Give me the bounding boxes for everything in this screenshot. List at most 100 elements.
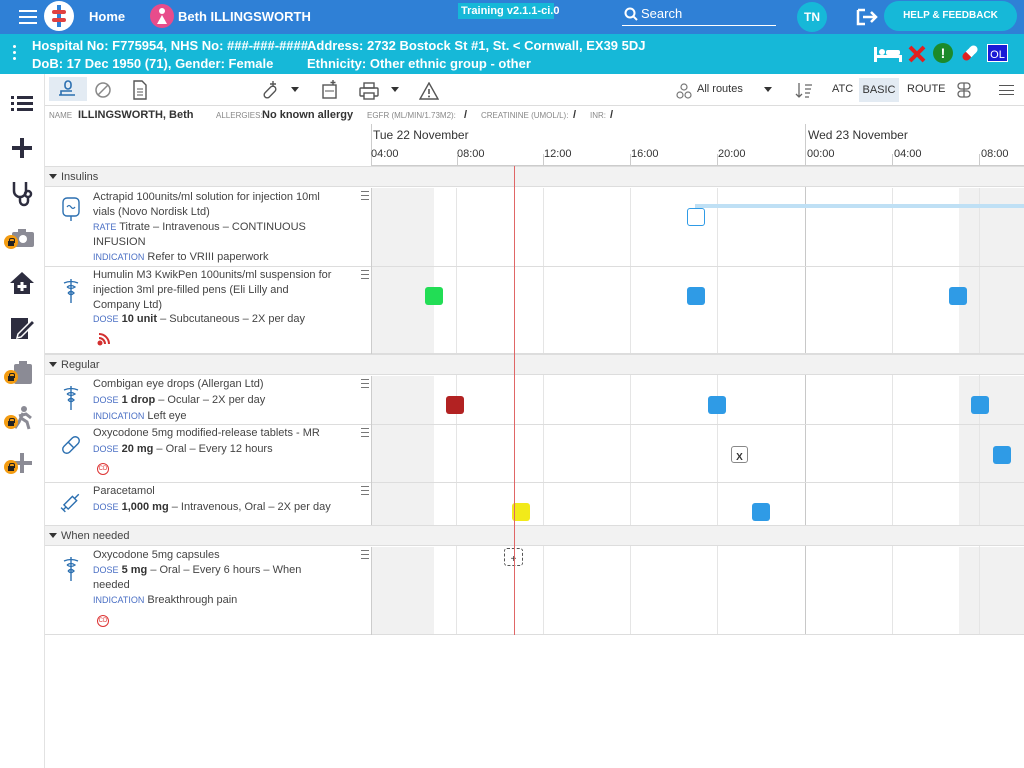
row-menu-icon[interactable] <box>361 379 369 388</box>
grid-layout-icon[interactable] <box>956 82 972 98</box>
hamburger-menu-icon[interactable] <box>19 10 37 24</box>
routes-select[interactable]: All routes <box>697 83 743 95</box>
dose-label: DOSE <box>93 565 119 575</box>
hospital-number: Hospital No: F775954, NHS No: ###-###-##… <box>32 38 308 53</box>
add-icon[interactable] <box>6 132 38 164</box>
infusion-start-marker[interactable] <box>687 208 705 226</box>
indication-label: INDICATION <box>93 252 145 262</box>
day-label: Tue 22 November <box>373 128 469 142</box>
section-header-when-needed[interactable]: When needed <box>45 525 1024 546</box>
dose-value: 20 mg <box>121 443 154 455</box>
rate-label: RATE <box>93 222 117 232</box>
collapse-caret-icon[interactable] <box>49 362 57 367</box>
creatinine-label: CREATININE (UMOL/L): <box>481 111 569 120</box>
infusion-bar[interactable] <box>695 204 1024 208</box>
patient-address: Address: 2732 Bostock St #1, St. < Cornw… <box>307 38 646 53</box>
tablet-icon <box>62 436 80 454</box>
dose-label: DOSE <box>93 395 119 405</box>
calendar-add-icon[interactable] <box>321 80 339 100</box>
chart-toolbar: All routes ATC BASIC ROUTE <box>45 74 1024 106</box>
chevron-down-icon[interactable] <box>764 87 772 92</box>
medication-row[interactable]: Oxycodone 5mg capsules DOSE 5 mg – Oral … <box>45 547 1024 635</box>
row-menu-icon[interactable] <box>361 270 369 279</box>
pill-slash-icon[interactable] <box>93 80 113 100</box>
home-link[interactable]: Home <box>89 9 125 24</box>
cross-alert-icon[interactable] <box>908 45 926 63</box>
user-initials: TN <box>804 10 820 24</box>
section-header-regular[interactable]: Regular <box>45 354 1024 375</box>
dose-due-marker[interactable] <box>687 287 705 305</box>
document-icon[interactable] <box>132 80 148 100</box>
add-medication-icon[interactable] <box>260 80 280 100</box>
creatinine-value: / <box>573 109 577 121</box>
row-menu-icon[interactable] <box>361 550 369 559</box>
current-time-line <box>514 166 515 635</box>
medication-row[interactable]: Humulin M3 KwikPen 100units/ml suspensio… <box>45 267 1024 354</box>
time-tick: 00:00 <box>807 148 835 160</box>
help-feedback-button[interactable]: HELP & FEEDBACK <box>884 1 1017 31</box>
patient-name-header[interactable]: Beth ILLINGSWORTH <box>178 9 311 24</box>
print-icon[interactable] <box>359 82 379 100</box>
home-plus-icon[interactable] <box>6 267 38 299</box>
more-vertical-icon[interactable] <box>13 45 17 61</box>
medication-dose: DOSE 10 unit – Subcutaneous – 2X per day <box>93 312 343 327</box>
dose-refused-marker[interactable] <box>446 396 464 414</box>
dose-due-marker[interactable] <box>752 503 770 521</box>
dose-missed-marker[interactable]: X <box>731 446 748 463</box>
inr-value: / <box>610 109 614 121</box>
dose-value: 1,000 mg <box>121 501 169 513</box>
row-divider <box>371 188 372 267</box>
controlled-drug-icon: CD <box>97 615 109 627</box>
dose-value: 10 unit <box>121 313 158 325</box>
pill-capsule-icon[interactable] <box>959 42 981 64</box>
medication-row[interactable]: Paracetamol DOSE 1,000 mg – Intravenous,… <box>45 483 1024 526</box>
dose-label: DOSE <box>93 444 119 454</box>
row-menu-icon[interactable] <box>361 486 369 495</box>
bed-icon[interactable] <box>873 44 903 64</box>
more-menu-icon[interactable] <box>999 85 1014 95</box>
patient-banner: Hospital No: F775954, NHS No: ###-###-##… <box>0 34 1024 74</box>
medication-dose: DOSE 5 mg – Oral – Every 6 hours – When … <box>93 563 313 593</box>
route-view-button[interactable]: ROUTE <box>907 83 946 95</box>
row-menu-icon[interactable] <box>361 191 369 200</box>
atc-view-button[interactable]: ATC <box>832 83 853 95</box>
user-avatar[interactable]: TN <box>797 2 827 32</box>
prescribe-tab[interactable] <box>49 77 87 101</box>
logout-icon[interactable] <box>856 8 878 26</box>
stethoscope-icon[interactable] <box>6 177 38 209</box>
routes-icon <box>676 83 692 99</box>
medication-name: Oxycodone 5mg modified-release tablets -… <box>93 427 320 439</box>
medication-name: Actrapid 100units/ml solution for inject… <box>93 191 320 218</box>
collapse-caret-icon[interactable] <box>49 174 57 179</box>
controlled-drug-icon: CD <box>97 463 109 475</box>
search-input[interactable]: Search <box>641 6 682 21</box>
chevron-down-icon[interactable] <box>291 87 299 92</box>
warning-alert-icon[interactable]: ! <box>933 43 953 63</box>
dose-due-marker[interactable] <box>993 446 1011 464</box>
edit-document-icon[interactable] <box>6 312 38 344</box>
collapse-caret-icon[interactable] <box>49 533 57 538</box>
dose-due-marker[interactable] <box>708 396 726 414</box>
medication-name: Humulin M3 KwikPen 100units/ml suspensio… <box>93 269 332 311</box>
sort-icon[interactable] <box>795 81 813 99</box>
dose-due-marker[interactable] <box>949 287 967 305</box>
warning-triangle-icon[interactable] <box>419 82 439 100</box>
section-header-insulins[interactable]: Insulins <box>45 166 1024 187</box>
row-menu-icon[interactable] <box>361 428 369 437</box>
ol-badge[interactable]: OL <box>987 44 1008 62</box>
dose-due-marker[interactable] <box>971 396 989 414</box>
medication-row[interactable]: Oxycodone 5mg modified-release tablets -… <box>45 425 1024 483</box>
basic-view-button[interactable]: BASIC <box>859 78 899 102</box>
time-tick: 20:00 <box>718 148 746 160</box>
list-icon[interactable] <box>6 87 38 119</box>
medication-row[interactable]: Actrapid 100units/ml solution for inject… <box>45 188 1024 267</box>
medication-row[interactable]: Combigan eye drops (Allergan Ltd) DOSE 1… <box>45 376 1024 425</box>
medication-indication: INDICATION Breakthrough pain <box>93 593 343 608</box>
dose-given-marker[interactable] <box>425 287 443 305</box>
time-tick: 04:00 <box>371 148 399 160</box>
app-logo[interactable] <box>44 1 74 31</box>
search-box[interactable]: Search <box>622 4 776 26</box>
chevron-down-icon[interactable] <box>391 87 399 92</box>
indication-value: Left eye <box>147 410 187 422</box>
top-bar: Home Beth ILLINGSWORTH Training v2.1.1-c… <box>0 0 1024 34</box>
